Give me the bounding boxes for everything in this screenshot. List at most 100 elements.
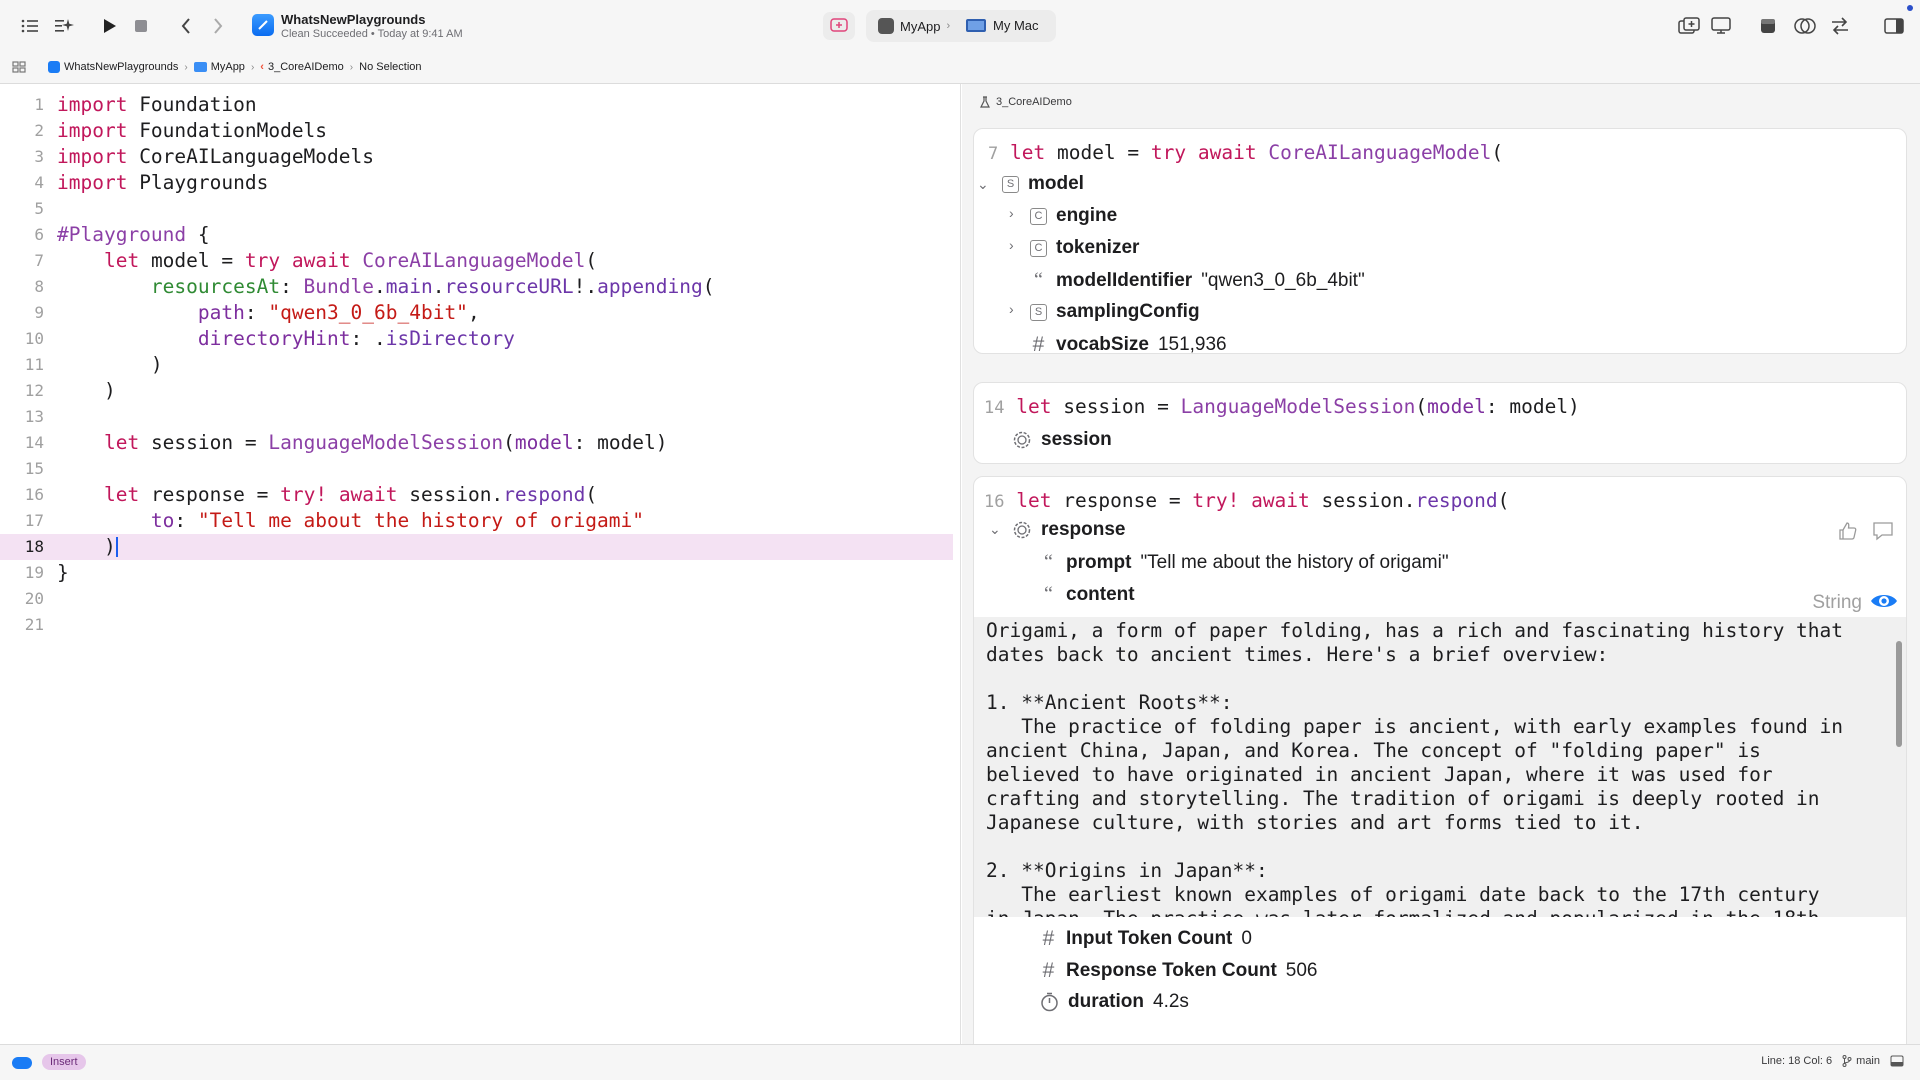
- code-line[interactable]: 1 import Foundation: [0, 92, 961, 118]
- line-number: 16: [24, 485, 44, 504]
- content-text-view[interactable]: Origami, a form of paper folding, has a …: [974, 617, 1906, 917]
- code-line[interactable]: 21: [0, 612, 961, 638]
- run-destination[interactable]: My Mac: [966, 18, 1039, 33]
- code-text: (: [1497, 489, 1510, 512]
- keyword: let: [103, 249, 140, 272]
- project-name[interactable]: WhatsNewPlaygrounds: [281, 12, 425, 27]
- tree-row-vocab-size[interactable]: # vocabSize 151,936: [1030, 333, 1227, 357]
- code-line[interactable]: 8 resourcesAt: Bundle.main.resourceURL!.…: [0, 274, 961, 300]
- code-line[interactable]: 6 #Playground {: [0, 222, 961, 248]
- code-text: .: [432, 275, 445, 298]
- tree-row-model[interactable]: S model: [1002, 173, 1084, 195]
- code-text: (: [585, 483, 598, 506]
- inspector-toggle-icon[interactable]: [1880, 12, 1908, 40]
- breadcrumb-file[interactable]: ‹ 3_CoreAIDemo: [260, 61, 344, 73]
- navigator-toggle-icon[interactable]: [16, 12, 44, 40]
- keyword: let: [1010, 141, 1046, 164]
- keyword: import: [57, 93, 128, 116]
- keyword: await: [1251, 489, 1310, 512]
- tree-row-sampling-config[interactable]: S samplingConfig: [1030, 301, 1200, 323]
- library-icon[interactable]: [1675, 12, 1703, 40]
- status-right: Line: 18 Col: 6 main: [1761, 1055, 1904, 1067]
- eye-icon[interactable]: [1870, 591, 1898, 616]
- mac-icon: [966, 19, 986, 32]
- forward-button[interactable]: [204, 12, 232, 40]
- code-line-current[interactable]: 18 ): [0, 534, 953, 560]
- scheme-selector[interactable]: MyApp › My Mac: [866, 10, 1056, 42]
- code-line[interactable]: 15: [0, 456, 961, 482]
- tree-row-session[interactable]: session: [1012, 429, 1112, 451]
- code-line[interactable]: 10 directoryHint: .isDirectory: [0, 326, 961, 352]
- code-line[interactable]: 13: [0, 404, 961, 430]
- row-label: vocabSize: [1056, 334, 1149, 355]
- keyword: let: [1016, 489, 1052, 512]
- code-line[interactable]: 7 let model = try await CoreAILanguageMo…: [0, 248, 961, 274]
- code-line[interactable]: 12 ): [0, 378, 961, 404]
- scrollbar-thumb[interactable]: [1896, 641, 1902, 747]
- disclosure-collapsed-icon[interactable]: ›: [1009, 237, 1014, 253]
- tree-row-input-token-count[interactable]: # Input Token Count 0: [1040, 927, 1252, 951]
- disclosure-collapsed-icon[interactable]: ›: [1009, 301, 1014, 317]
- code-line[interactable]: 5: [0, 196, 961, 222]
- branch-indicator[interactable]: main: [1842, 1055, 1880, 1067]
- tag-icon[interactable]: [12, 1057, 32, 1069]
- panel-toggle-icon[interactable]: [1890, 1055, 1904, 1067]
- row-label: Response Token Count: [1066, 960, 1277, 981]
- code-line[interactable]: 11 ): [0, 352, 961, 378]
- number-icon: #: [1032, 333, 1045, 356]
- disclosure-expanded-icon[interactable]: ⌄: [989, 521, 1001, 538]
- back-button[interactable]: [172, 12, 200, 40]
- result-card-response[interactable]: 16 let response = try! await session.res…: [973, 476, 1907, 1080]
- row-label: tokenizer: [1056, 237, 1140, 258]
- code-text: : .: [350, 327, 386, 350]
- source-control-icon[interactable]: [1826, 12, 1854, 40]
- run-button[interactable]: [96, 12, 124, 40]
- result-card-model[interactable]: 7 let model = try await CoreAILanguageMo…: [973, 128, 1907, 357]
- code-line[interactable]: 19}: [0, 560, 961, 586]
- tree-row-engine[interactable]: C engine: [1030, 205, 1117, 227]
- content-text[interactable]: Origami, a form of paper folding, has a …: [986, 619, 1843, 917]
- code-line[interactable]: 3 import CoreAILanguageModels: [0, 144, 961, 170]
- stop-button[interactable]: [127, 12, 155, 40]
- breadcrumb-group[interactable]: MyApp: [193, 61, 245, 73]
- code-line[interactable]: 20: [0, 586, 961, 612]
- breadcrumb-label: MyApp: [210, 61, 245, 73]
- code-line[interactable]: 16 let response = try! await session.res…: [0, 482, 961, 508]
- code-line[interactable]: 4 import Playgrounds: [0, 170, 961, 196]
- card-code: 7 let model = try await CoreAILanguageMo…: [988, 141, 1503, 164]
- tree-row-response-token-count[interactable]: # Response Token Count 506: [1040, 959, 1318, 983]
- code-line[interactable]: 2 import FoundationModels: [0, 118, 961, 144]
- tree-row-duration[interactable]: duration 4.2s: [1040, 991, 1189, 1013]
- keyword: try: [244, 249, 281, 272]
- code-line[interactable]: 14 let session = LanguageModelSession(mo…: [0, 430, 961, 456]
- preview-device-icon[interactable]: [1707, 12, 1735, 40]
- feedback-icon[interactable]: [1872, 521, 1894, 546]
- code-line[interactable]: 17 to: "Tell me about the history of ori…: [0, 508, 961, 534]
- breadcrumb-label: 3_CoreAIDemo: [267, 61, 344, 73]
- canvas-toggle-icon[interactable]: [1791, 12, 1819, 40]
- thumbs-up-icon[interactable]: [1838, 521, 1858, 546]
- breadcrumb-symbol[interactable]: No Selection: [359, 61, 421, 73]
- related-items-icon[interactable]: [12, 61, 26, 76]
- cursor-position: Line: 18 Col: 6: [1761, 1055, 1833, 1067]
- code-line[interactable]: 9 path: "qwen3_0_6b_4bit",: [0, 300, 961, 326]
- scheme-app[interactable]: MyApp ›: [878, 18, 950, 34]
- editor-options-icon[interactable]: [1754, 12, 1782, 40]
- tree-row-prompt[interactable]: “ prompt "Tell me about the history of o…: [1040, 551, 1449, 574]
- coding-assistant-icon[interactable]: [50, 12, 78, 40]
- tree-row-tokenizer[interactable]: C tokenizer: [1030, 237, 1139, 259]
- result-card-session[interactable]: 14 let session = LanguageModelSession(mo…: [973, 382, 1907, 464]
- breadcrumb-label: No Selection: [359, 61, 422, 73]
- timer-icon: [1041, 992, 1058, 1012]
- function-name: respond: [503, 483, 586, 506]
- tree-row-content[interactable]: “ content: [1040, 583, 1135, 606]
- add-library-button[interactable]: [823, 12, 855, 40]
- tree-row-response[interactable]: response: [1012, 519, 1125, 541]
- breadcrumb-project[interactable]: WhatsNewPlaygrounds: [48, 61, 178, 73]
- disclosure-expanded-icon[interactable]: ⌄: [977, 176, 989, 193]
- source-editor[interactable]: 1 import Foundation 2 import FoundationMod…: [0, 84, 961, 1044]
- tree-row-model-identifier[interactable]: “ modelIdentifier "qwen3_0_6b_4bit": [1030, 269, 1365, 292]
- disclosure-collapsed-icon[interactable]: ›: [1009, 205, 1014, 221]
- code-area[interactable]: 1 import Foundation 2 import FoundationMod…: [0, 92, 961, 638]
